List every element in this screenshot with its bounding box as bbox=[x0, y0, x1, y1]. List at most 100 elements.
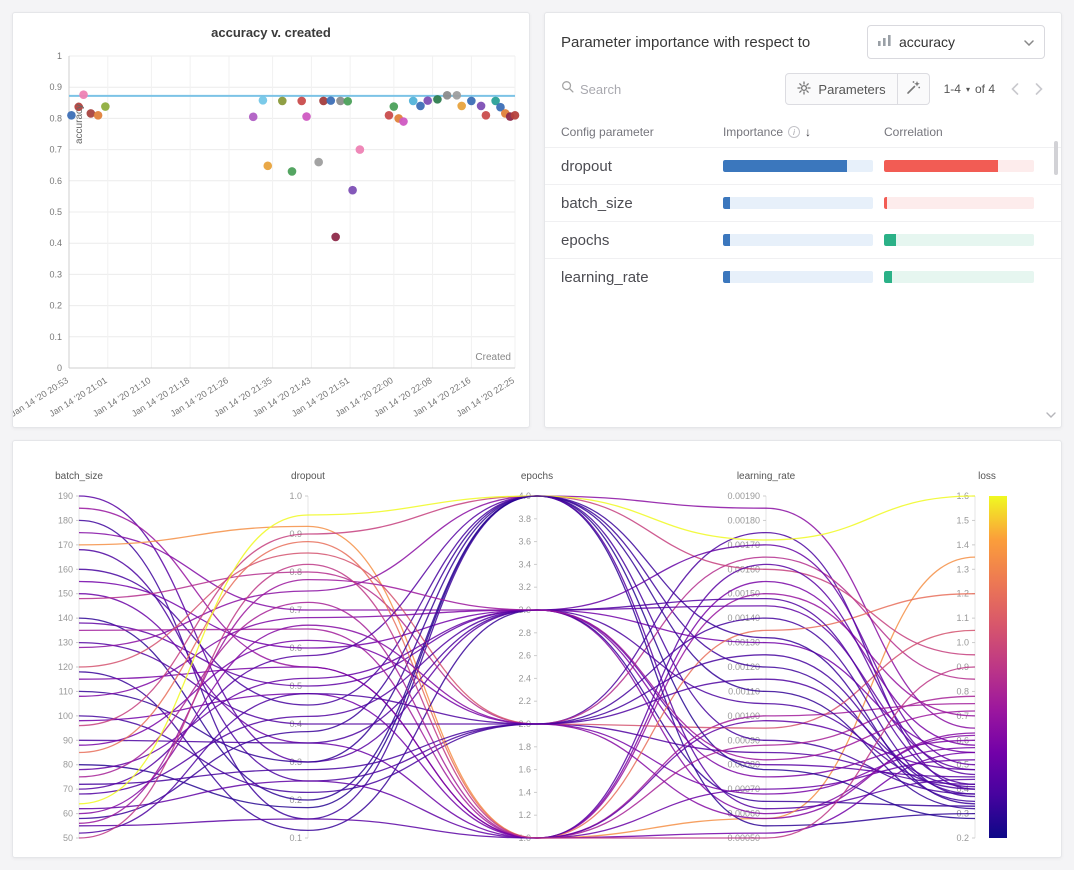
scrollbar[interactable] bbox=[1054, 141, 1058, 175]
importance-bar bbox=[723, 271, 884, 283]
svg-text:batch_size: batch_size bbox=[55, 471, 103, 482]
importance-bar bbox=[723, 160, 884, 172]
svg-text:2.8: 2.8 bbox=[518, 628, 531, 638]
importance-panel-title: Parameter importance with respect to bbox=[561, 34, 810, 51]
svg-text:170: 170 bbox=[58, 540, 73, 550]
svg-text:loss: loss bbox=[978, 471, 996, 482]
svg-text:dropout: dropout bbox=[291, 471, 325, 482]
svg-text:0.00190: 0.00190 bbox=[727, 491, 760, 501]
svg-text:accuracy: accuracy bbox=[74, 104, 85, 144]
svg-text:0.8: 0.8 bbox=[956, 686, 969, 696]
chevron-left-icon[interactable] bbox=[1011, 83, 1019, 95]
pagination[interactable]: 1-4 ▾ of 4 bbox=[944, 82, 995, 96]
wand-icon bbox=[906, 80, 921, 98]
param-name: epochs bbox=[561, 232, 723, 249]
param-name: learning_rate bbox=[561, 269, 723, 286]
column-importance[interactable]: Importance bbox=[723, 125, 783, 139]
svg-text:1.1: 1.1 bbox=[956, 613, 969, 623]
info-icon[interactable]: i bbox=[788, 126, 800, 138]
search-icon bbox=[561, 80, 574, 98]
svg-text:0.4: 0.4 bbox=[49, 238, 62, 248]
svg-text:2.4: 2.4 bbox=[518, 673, 531, 683]
svg-text:epochs: epochs bbox=[521, 471, 553, 482]
svg-text:60: 60 bbox=[63, 809, 73, 819]
svg-text:0.2: 0.2 bbox=[49, 301, 62, 311]
svg-text:0.00180: 0.00180 bbox=[727, 515, 760, 525]
scatter-panel-title: accuracy v. created bbox=[13, 13, 529, 40]
scroll-chevron-down-icon[interactable] bbox=[1046, 405, 1056, 423]
sweep-wand-button[interactable] bbox=[898, 73, 930, 105]
svg-text:110: 110 bbox=[59, 686, 73, 696]
svg-text:160: 160 bbox=[58, 564, 73, 574]
svg-text:2.2: 2.2 bbox=[518, 696, 531, 706]
gear-icon bbox=[797, 81, 811, 98]
scatter-panel: accuracy v. created 0 0.1 0.2 0.3 0.4 0.5 0.6 0… bbox=[12, 12, 530, 428]
param-name: batch_size bbox=[561, 195, 723, 212]
bar-chart-icon bbox=[878, 33, 891, 51]
parameters-button[interactable]: Parameters bbox=[785, 73, 897, 105]
param-row[interactable]: batch_size bbox=[545, 184, 1061, 221]
svg-text:1.5: 1.5 bbox=[956, 515, 969, 525]
pagination-range: 1-4 bbox=[944, 82, 961, 96]
pagination-total: of 4 bbox=[975, 82, 995, 96]
svg-text:1.3: 1.3 bbox=[956, 564, 969, 574]
svg-text:0: 0 bbox=[57, 363, 62, 373]
correlation-bar bbox=[884, 234, 1045, 246]
importance-table: Config parameter Importance i ↓ Correlat… bbox=[545, 115, 1061, 295]
svg-text:0.1: 0.1 bbox=[49, 332, 62, 342]
svg-text:70: 70 bbox=[63, 784, 73, 794]
param-row[interactable]: dropout bbox=[545, 147, 1061, 184]
chevron-right-icon[interactable] bbox=[1035, 83, 1043, 95]
parameters-button-label: Parameters bbox=[818, 82, 885, 97]
svg-text:1.8: 1.8 bbox=[518, 742, 531, 752]
svg-text:3.6: 3.6 bbox=[518, 537, 531, 547]
svg-text:0.9: 0.9 bbox=[49, 82, 62, 92]
svg-text:0.7: 0.7 bbox=[49, 145, 62, 155]
importance-bar bbox=[723, 234, 884, 246]
svg-text:0.6: 0.6 bbox=[49, 176, 62, 186]
svg-text:0.2: 0.2 bbox=[956, 833, 969, 843]
svg-text:0.5: 0.5 bbox=[49, 207, 62, 217]
svg-text:0.3: 0.3 bbox=[49, 269, 62, 279]
param-name: dropout bbox=[561, 158, 723, 175]
importance-table-header: Config parameter Importance i ↓ Correlat… bbox=[545, 115, 1061, 147]
svg-text:3.2: 3.2 bbox=[518, 582, 531, 592]
svg-text:140: 140 bbox=[58, 613, 73, 623]
svg-text:1.4: 1.4 bbox=[956, 540, 969, 550]
svg-text:1.6: 1.6 bbox=[518, 765, 531, 775]
svg-text:3.8: 3.8 bbox=[518, 514, 531, 524]
parallel-coordinates-panel: batch_size 50 60 70 80 90 100 110 120 130 140 150 16… bbox=[12, 440, 1062, 858]
svg-text:learning_rate: learning_rate bbox=[737, 471, 796, 482]
metric-selector-value: accuracy bbox=[899, 34, 1016, 50]
svg-text:50: 50 bbox=[63, 833, 73, 843]
search-input[interactable] bbox=[580, 82, 710, 97]
svg-text:180: 180 bbox=[58, 515, 73, 525]
dashboard: accuracy v. created 0 0.1 0.2 0.3 0.4 0.5 0.6 0… bbox=[0, 0, 1074, 870]
column-correlation[interactable]: Correlation bbox=[884, 125, 1045, 139]
pagination-caret-icon: ▾ bbox=[966, 85, 970, 94]
svg-text:1.0: 1.0 bbox=[289, 491, 302, 501]
metric-selector[interactable]: accuracy bbox=[867, 25, 1045, 59]
svg-text:130: 130 bbox=[58, 638, 73, 648]
param-row[interactable]: epochs bbox=[545, 221, 1061, 258]
parallel-coordinates-chart[interactable]: batch_size 50 60 70 80 90 100 110 120 130 140 150 16… bbox=[13, 441, 1061, 858]
svg-text:100: 100 bbox=[58, 711, 73, 721]
svg-text:120: 120 bbox=[58, 662, 73, 672]
svg-text:90: 90 bbox=[63, 735, 73, 745]
column-config-parameter[interactable]: Config parameter bbox=[561, 125, 723, 139]
param-row[interactable]: learning_rate bbox=[545, 258, 1061, 295]
correlation-bar bbox=[884, 197, 1045, 209]
svg-text:150: 150 bbox=[58, 589, 73, 599]
scatter-chart[interactable]: 00.10.20.30.40.50.60.70.80.91Jan 14 '20 … bbox=[13, 42, 529, 424]
search-box[interactable] bbox=[561, 80, 785, 98]
svg-text:2.6: 2.6 bbox=[518, 651, 531, 661]
svg-text:190: 190 bbox=[58, 491, 73, 501]
svg-text:80: 80 bbox=[63, 760, 73, 770]
correlation-bar bbox=[884, 160, 1045, 172]
importance-bar bbox=[723, 197, 884, 209]
sort-descending-icon[interactable]: ↓ bbox=[805, 125, 811, 139]
svg-text:Created: Created bbox=[475, 352, 511, 363]
correlation-bar bbox=[884, 271, 1045, 283]
svg-text:0.8: 0.8 bbox=[49, 113, 62, 123]
svg-text:1.2: 1.2 bbox=[518, 810, 531, 820]
